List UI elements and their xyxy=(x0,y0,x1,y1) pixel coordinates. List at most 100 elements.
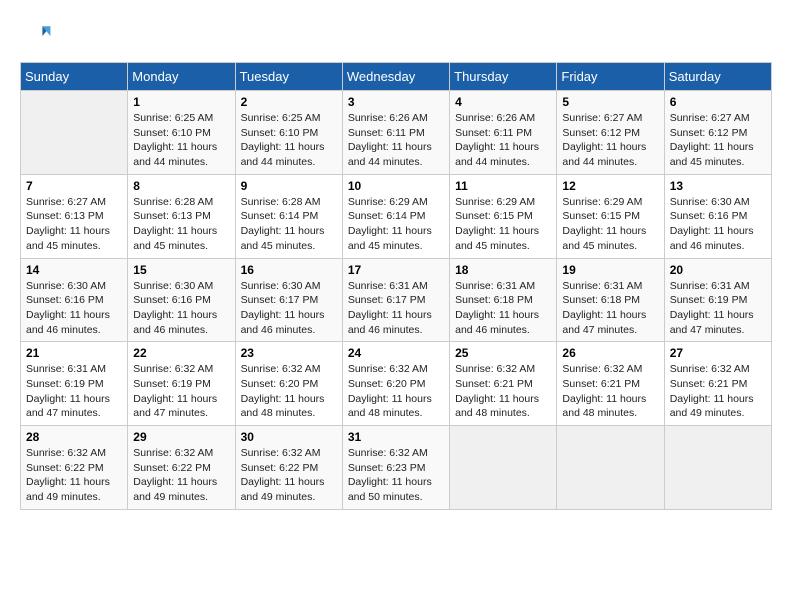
calendar-cell: 26 Sunrise: 6:32 AMSunset: 6:21 PMDayligh… xyxy=(557,342,664,426)
day-number: 12 xyxy=(562,179,658,193)
header-thursday: Thursday xyxy=(450,63,557,91)
calendar-cell: 5 Sunrise: 6:27 AMSunset: 6:12 PMDaylight… xyxy=(557,91,664,175)
calendar-cell: 8Sunrise: 6:28 AMSunset: 6:13 PMDaylight… xyxy=(128,174,235,258)
day-number: 16 xyxy=(241,263,337,277)
day-info: Sunrise: 6:32 AMSunset: 6:22 PMDaylight:… xyxy=(241,446,337,505)
day-number: 24 xyxy=(348,346,444,360)
day-number: 4 xyxy=(455,95,551,109)
day-info: Sunrise: 6:32 AMSunset: 6:20 PMDaylight:… xyxy=(241,362,337,421)
calendar-cell: 2 Sunrise: 6:25 AMSunset: 6:10 PMDaylight… xyxy=(235,91,342,175)
day-number: 6 xyxy=(670,95,766,109)
calendar-cell: 19 Sunrise: 6:31 AMSunset: 6:18 PMDayligh… xyxy=(557,258,664,342)
day-info: Sunrise: 6:32 AMSunset: 6:21 PMDaylight:… xyxy=(562,362,658,421)
header-monday: Monday xyxy=(128,63,235,91)
calendar-week-row: 21 Sunrise: 6:31 AMSunset: 6:19 PMDayligh… xyxy=(21,342,772,426)
calendar-cell: 24Sunrise: 6:32 AMSunset: 6:20 PMDayligh… xyxy=(342,342,449,426)
day-info: Sunrise: 6:31 AMSunset: 6:18 PMDaylight:… xyxy=(455,279,551,338)
calendar-cell xyxy=(664,426,771,510)
calendar-cell: 16 Sunrise: 6:30 AMSunset: 6:17 PMDayligh… xyxy=(235,258,342,342)
day-info: Sunrise: 6:27 AMSunset: 6:13 PMDaylight:… xyxy=(26,195,122,254)
day-info: Sunrise: 6:32 AMSunset: 6:22 PMDaylight:… xyxy=(133,446,229,505)
calendar-week-row: 14Sunrise: 6:30 AMSunset: 6:16 PMDayligh… xyxy=(21,258,772,342)
calendar-cell: 17 Sunrise: 6:31 AMSunset: 6:17 PMDayligh… xyxy=(342,258,449,342)
day-number: 25 xyxy=(455,346,551,360)
day-number: 15 xyxy=(133,263,229,277)
header-friday: Friday xyxy=(557,63,664,91)
calendar-cell: 15Sunrise: 6:30 AMSunset: 6:16 PMDayligh… xyxy=(128,258,235,342)
calendar-cell: 12 Sunrise: 6:29 AMSunset: 6:15 PMDayligh… xyxy=(557,174,664,258)
day-info: Sunrise: 6:31 AMSunset: 6:19 PMDaylight:… xyxy=(670,279,766,338)
calendar-cell: 23 Sunrise: 6:32 AMSunset: 6:20 PMDayligh… xyxy=(235,342,342,426)
calendar-cell: 20 Sunrise: 6:31 AMSunset: 6:19 PMDayligh… xyxy=(664,258,771,342)
calendar-cell xyxy=(21,91,128,175)
day-number: 21 xyxy=(26,346,122,360)
day-info: Sunrise: 6:30 AMSunset: 6:17 PMDaylight:… xyxy=(241,279,337,338)
calendar-cell: 1Sunrise: 6:25 AMSunset: 6:10 PMDaylight… xyxy=(128,91,235,175)
calendar-cell: 28 Sunrise: 6:32 AMSunset: 6:22 PMDayligh… xyxy=(21,426,128,510)
day-info: Sunrise: 6:26 AMSunset: 6:11 PMDaylight:… xyxy=(348,111,444,170)
logo xyxy=(20,20,56,52)
day-info: Sunrise: 6:29 AMSunset: 6:15 PMDaylight:… xyxy=(455,195,551,254)
calendar-header-row: SundayMondayTuesdayWednesdayThursdayFrid… xyxy=(21,63,772,91)
day-info: Sunrise: 6:31 AMSunset: 6:18 PMDaylight:… xyxy=(562,279,658,338)
day-info: Sunrise: 6:29 AMSunset: 6:15 PMDaylight:… xyxy=(562,195,658,254)
day-number: 19 xyxy=(562,263,658,277)
day-number: 3 xyxy=(348,95,444,109)
calendar-cell: 27 Sunrise: 6:32 AMSunset: 6:21 PMDayligh… xyxy=(664,342,771,426)
logo-icon xyxy=(20,20,52,52)
calendar-cell: 25 Sunrise: 6:32 AMSunset: 6:21 PMDayligh… xyxy=(450,342,557,426)
day-info: Sunrise: 6:32 AMSunset: 6:21 PMDaylight:… xyxy=(670,362,766,421)
day-number: 7 xyxy=(26,179,122,193)
calendar-cell: 14Sunrise: 6:30 AMSunset: 6:16 PMDayligh… xyxy=(21,258,128,342)
day-info: Sunrise: 6:30 AMSunset: 6:16 PMDaylight:… xyxy=(670,195,766,254)
header-tuesday: Tuesday xyxy=(235,63,342,91)
day-info: Sunrise: 6:31 AMSunset: 6:19 PMDaylight:… xyxy=(26,362,122,421)
day-number: 1 xyxy=(133,95,229,109)
day-info: Sunrise: 6:31 AMSunset: 6:17 PMDaylight:… xyxy=(348,279,444,338)
calendar-table: SundayMondayTuesdayWednesdayThursdayFrid… xyxy=(20,62,772,510)
calendar-cell: 3 Sunrise: 6:26 AMSunset: 6:11 PMDaylight… xyxy=(342,91,449,175)
day-info: Sunrise: 6:32 AMSunset: 6:22 PMDaylight:… xyxy=(26,446,122,505)
day-number: 28 xyxy=(26,430,122,444)
calendar-week-row: 28 Sunrise: 6:32 AMSunset: 6:22 PMDayligh… xyxy=(21,426,772,510)
day-info: Sunrise: 6:32 AMSunset: 6:23 PMDaylight:… xyxy=(348,446,444,505)
day-info: Sunrise: 6:28 AMSunset: 6:13 PMDaylight:… xyxy=(133,195,229,254)
day-number: 22 xyxy=(133,346,229,360)
day-number: 18 xyxy=(455,263,551,277)
day-number: 26 xyxy=(562,346,658,360)
day-number: 5 xyxy=(562,95,658,109)
calendar-week-row: 1 Sunrise: 6:25 AMSunset: 6:10 PMDaylight… xyxy=(21,91,772,175)
day-info: Sunrise: 6:27 AMSunset: 6:12 PMDaylight:… xyxy=(670,111,766,170)
day-number: 13 xyxy=(670,179,766,193)
header-wednesday: Wednesday xyxy=(342,63,449,91)
calendar-cell: 29 Sunrise: 6:32 AMSunset: 6:22 PMDayligh… xyxy=(128,426,235,510)
calendar-cell: 13 Sunrise: 6:30 AMSunset: 6:16 PMDayligh… xyxy=(664,174,771,258)
calendar-cell: 9Sunrise: 6:28 AMSunset: 6:14 PMDaylight… xyxy=(235,174,342,258)
calendar-cell: 22 Sunrise: 6:32 AMSunset: 6:19 PMDayligh… xyxy=(128,342,235,426)
calendar-cell: 6 Sunrise: 6:27 AMSunset: 6:12 PMDaylight… xyxy=(664,91,771,175)
day-info: Sunrise: 6:32 AMSunset: 6:21 PMDaylight:… xyxy=(455,362,551,421)
day-number: 17 xyxy=(348,263,444,277)
calendar-cell xyxy=(450,426,557,510)
day-number: 2 xyxy=(241,95,337,109)
header-saturday: Saturday xyxy=(664,63,771,91)
day-info: Sunrise: 6:32 AMSunset: 6:19 PMDaylight:… xyxy=(133,362,229,421)
day-number: 20 xyxy=(670,263,766,277)
calendar-cell: 30 Sunrise: 6:32 AMSunset: 6:22 PMDayligh… xyxy=(235,426,342,510)
day-number: 29 xyxy=(133,430,229,444)
day-number: 30 xyxy=(241,430,337,444)
calendar-cell: 4Sunrise: 6:26 AMSunset: 6:11 PMDaylight… xyxy=(450,91,557,175)
day-info: Sunrise: 6:25 AMSunset: 6:10 PMDaylight:… xyxy=(241,111,337,170)
day-number: 14 xyxy=(26,263,122,277)
calendar-cell: 21 Sunrise: 6:31 AMSunset: 6:19 PMDayligh… xyxy=(21,342,128,426)
day-number: 10 xyxy=(348,179,444,193)
day-info: Sunrise: 6:27 AMSunset: 6:12 PMDaylight:… xyxy=(562,111,658,170)
calendar-cell: 7 Sunrise: 6:27 AMSunset: 6:13 PMDaylight… xyxy=(21,174,128,258)
day-number: 27 xyxy=(670,346,766,360)
day-number: 23 xyxy=(241,346,337,360)
calendar-cell: 18 Sunrise: 6:31 AMSunset: 6:18 PMDayligh… xyxy=(450,258,557,342)
day-number: 11 xyxy=(455,179,551,193)
calendar-cell xyxy=(557,426,664,510)
day-info: Sunrise: 6:28 AMSunset: 6:14 PMDaylight:… xyxy=(241,195,337,254)
header-sunday: Sunday xyxy=(21,63,128,91)
